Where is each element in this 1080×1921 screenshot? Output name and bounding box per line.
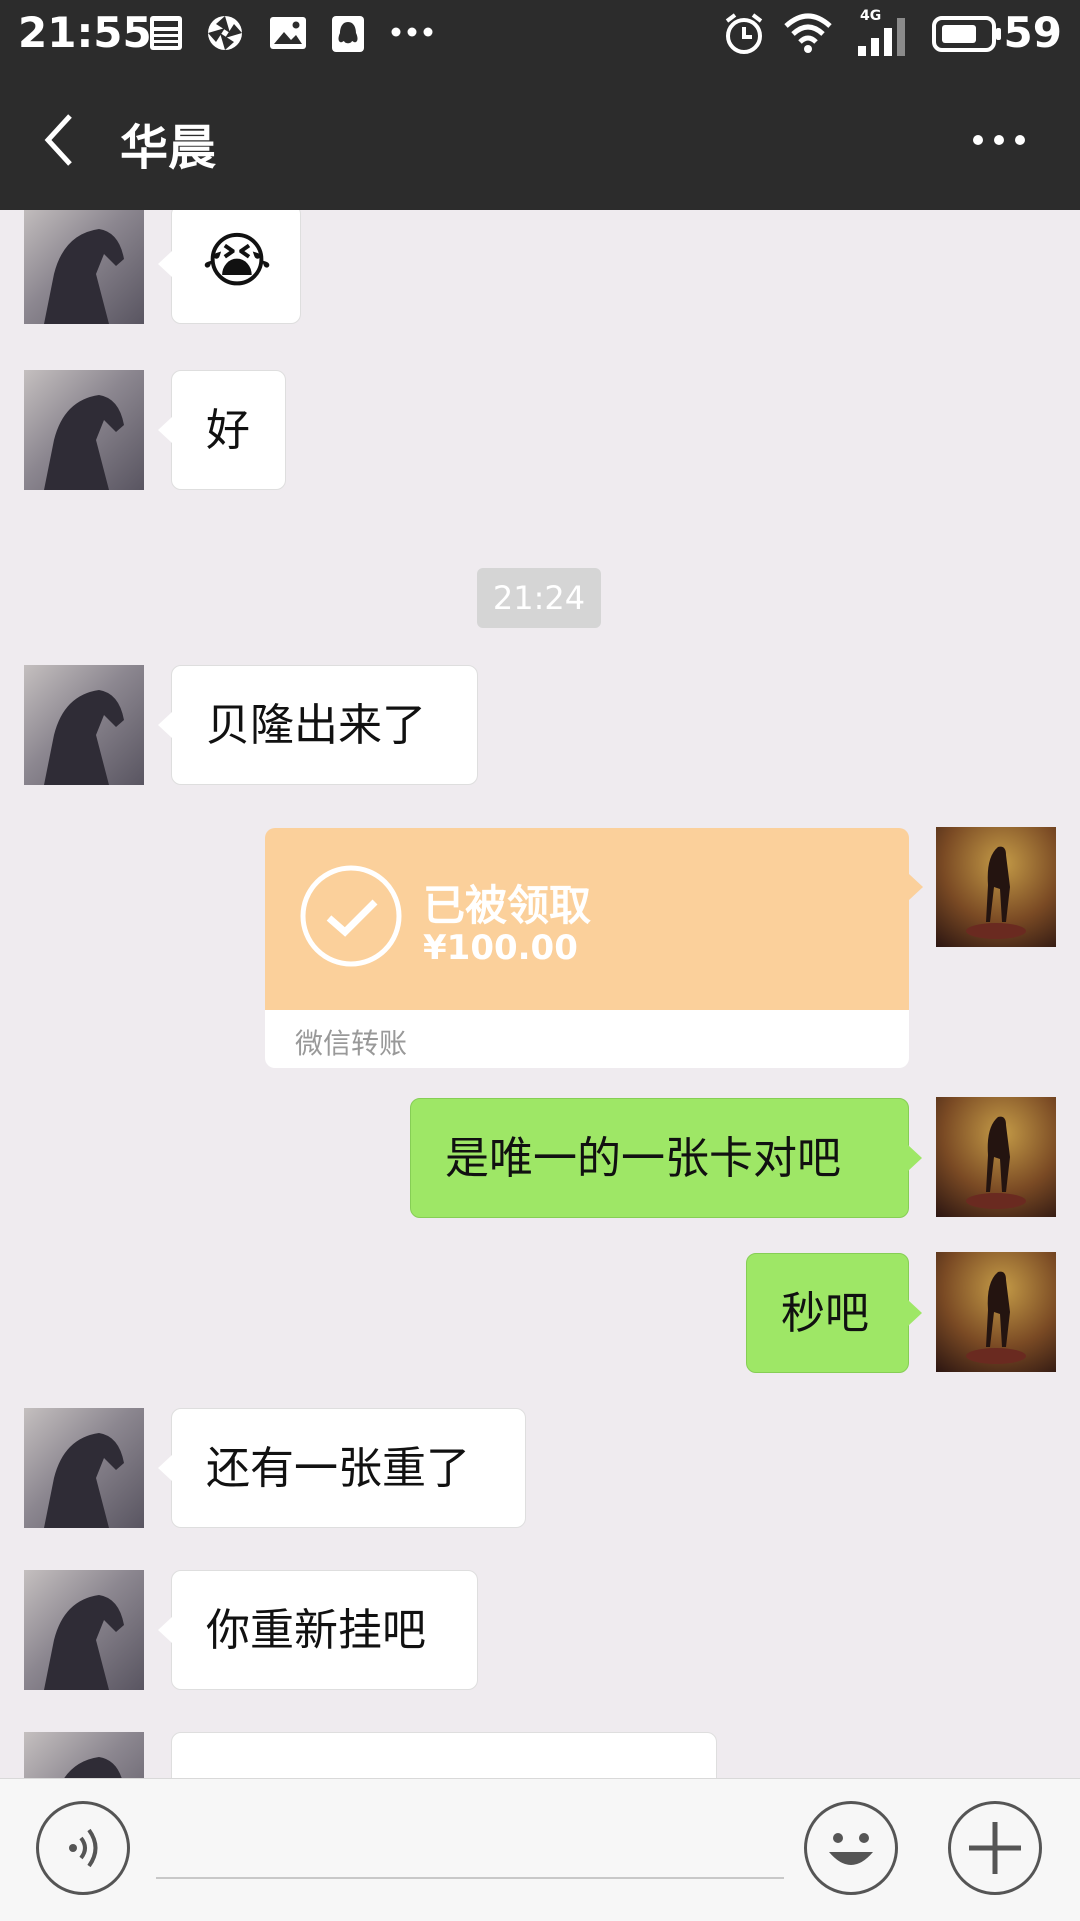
- message-bubble-incoming[interactable]: 好: [158, 370, 286, 490]
- transfer-amount: ¥100.00: [423, 928, 578, 968]
- contact-avatar[interactable]: [24, 210, 144, 324]
- more-notifications-icon: [391, 27, 433, 37]
- voice-icon: [69, 1828, 98, 1868]
- input-bar: [0, 1778, 1080, 1921]
- message-text: 还有一张重了: [206, 1443, 470, 1494]
- message-bubble-incoming[interactable]: [171, 1732, 717, 1778]
- qq-icon: [332, 16, 364, 52]
- message-text: 贝隆出来了: [206, 700, 426, 751]
- contact-avatar[interactable]: [24, 1570, 144, 1690]
- message-text: 秒吧: [781, 1288, 869, 1339]
- message-list[interactable]: 😭 好 21:24 贝隆出来了 已被领取 ¥100.00 微信转账 是唯一的一张…: [0, 210, 1080, 1778]
- emoji-icon: [829, 1833, 873, 1865]
- message-input[interactable]: [156, 1875, 784, 1879]
- message-bubble-incoming[interactable]: 贝隆出来了: [158, 665, 478, 785]
- my-avatar[interactable]: [936, 827, 1056, 947]
- my-avatar[interactable]: [936, 1252, 1056, 1372]
- message-bubble-incoming[interactable]: 还有一张重了: [158, 1408, 526, 1528]
- news-icon: [150, 16, 182, 50]
- emoji-button[interactable]: [804, 1801, 898, 1895]
- status-time: 21:55: [18, 8, 152, 57]
- message-timestamp: 21:24: [477, 568, 601, 628]
- plus-icon: [969, 1822, 1021, 1874]
- chat-header: 华晨: [0, 68, 1080, 210]
- contact-avatar[interactable]: [24, 1408, 144, 1528]
- alarm-icon: [725, 13, 763, 54]
- aperture-icon: [208, 16, 242, 50]
- transfer-card-footer: 微信转账: [265, 1010, 909, 1068]
- voice-button[interactable]: [36, 1801, 130, 1895]
- message-bubble-outgoing[interactable]: 是唯一的一张卡对吧: [410, 1098, 922, 1218]
- message-bubble-outgoing[interactable]: 秒吧: [746, 1253, 922, 1373]
- transfer-status: 已被领取: [423, 881, 592, 930]
- chevron-left-icon[interactable]: [38, 110, 78, 170]
- check-circle-icon: [300, 865, 402, 967]
- signal-4g-icon: 4G: [856, 8, 912, 58]
- transfer-label: 微信转账: [295, 1027, 408, 1060]
- contact-avatar[interactable]: [24, 1732, 144, 1778]
- battery-percentage: 59: [1003, 8, 1062, 57]
- battery-icon: [932, 16, 1001, 52]
- wifi-icon: [784, 13, 832, 53]
- contact-avatar[interactable]: [24, 370, 144, 490]
- my-avatar[interactable]: [936, 1097, 1056, 1217]
- message-emoji: 😭: [202, 226, 273, 296]
- more-horizontal-icon[interactable]: [972, 128, 1026, 152]
- chat-title: 华晨: [120, 120, 217, 176]
- transfer-card-header: 已被领取 ¥100.00: [265, 828, 923, 1010]
- status-bar: 21:55 4G 59: [0, 0, 1080, 68]
- message-bubble-incoming[interactable]: 你重新挂吧: [158, 1570, 478, 1690]
- plus-button[interactable]: [948, 1801, 1042, 1895]
- transfer-card[interactable]: 已被领取 ¥100.00 微信转账: [265, 828, 923, 1068]
- message-text: 好: [206, 405, 250, 456]
- message-text: 是唯一的一张卡对吧: [445, 1133, 841, 1184]
- contact-avatar[interactable]: [24, 665, 144, 785]
- message-text: 你重新挂吧: [206, 1605, 426, 1656]
- message-bubble-incoming[interactable]: 😭: [158, 210, 301, 324]
- image-icon: [270, 17, 306, 49]
